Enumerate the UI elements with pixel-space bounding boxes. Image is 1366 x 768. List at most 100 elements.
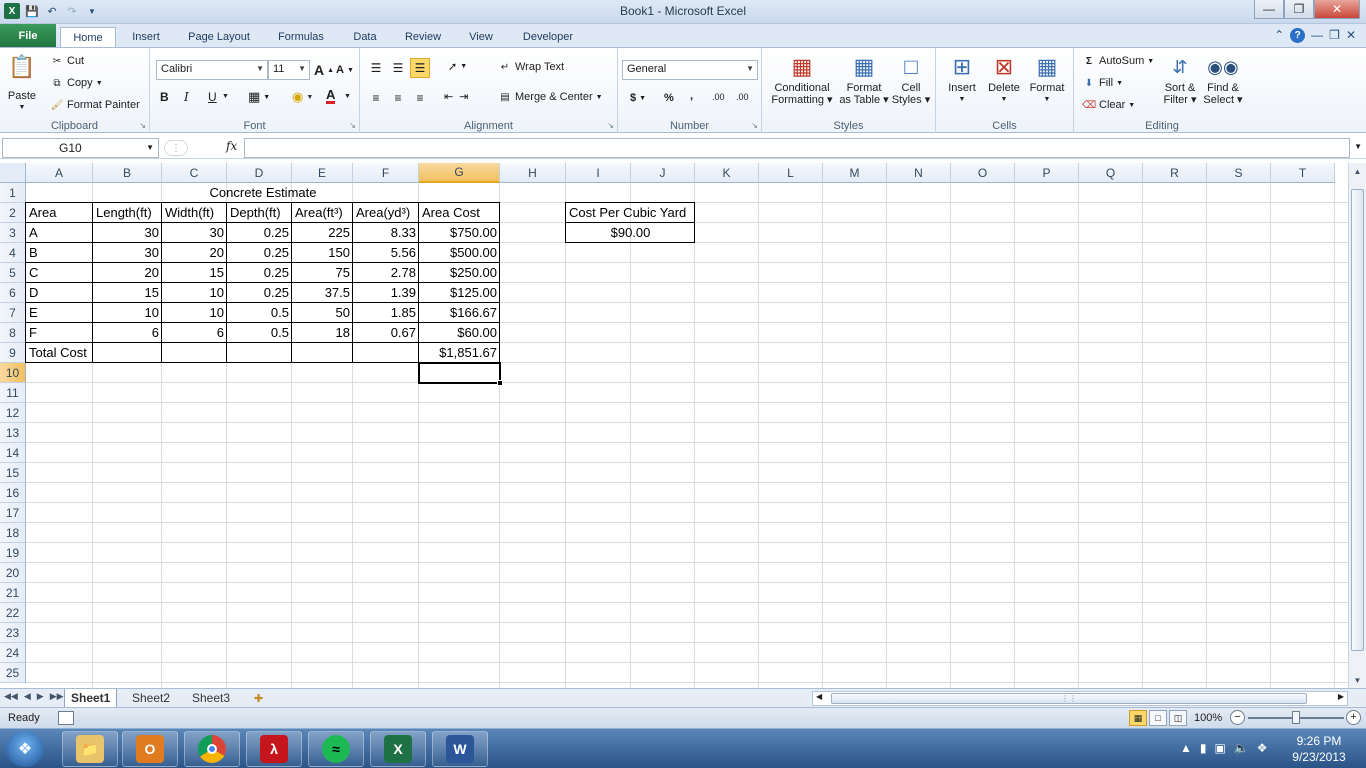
column-header-m[interactable]: M [823,163,887,183]
vertical-scroll-thumb[interactable] [1351,189,1364,651]
tab-review[interactable]: Review [398,27,448,47]
normal-view-icon[interactable]: ▦ [1129,710,1147,726]
data-cell[interactable]: 0.5 [227,303,292,323]
paste-button[interactable]: 📋 Paste ▼ [4,52,40,114]
column-header-q[interactable]: Q [1079,163,1143,183]
data-cell[interactable]: 1.39 [353,283,419,303]
tray-expand-icon[interactable]: ▲ [1180,741,1192,755]
data-cell[interactable]: $166.67 [419,303,500,323]
column-header-f[interactable]: F [353,163,419,183]
autosum-button[interactable]: Σ AutoSum ▼ [1082,54,1154,68]
sheet-title-cell[interactable]: Concrete Estimate [26,183,500,203]
network-icon[interactable]: ▣ [1215,741,1226,755]
cut-button[interactable]: ✂ Cut [50,54,84,68]
insert-sheet-icon[interactable]: ✚ [248,689,269,707]
row-header-14[interactable]: 14 [0,443,26,463]
data-cell[interactable]: 225 [292,223,353,243]
row-header-5[interactable]: 5 [0,263,26,283]
scroll-down-icon[interactable]: ▼ [1349,672,1366,688]
data-cell[interactable]: 37.5 [292,283,353,303]
column-header-l[interactable]: L [759,163,823,183]
doc-close-icon[interactable]: ✕ [1346,28,1356,43]
start-button[interactable]: ❖ [6,731,44,767]
column-header-o[interactable]: O [951,163,1015,183]
row-header-17[interactable]: 17 [0,503,26,523]
data-cell[interactable]: 10 [162,303,227,323]
zoom-in-icon[interactable]: + [1346,710,1361,725]
column-header-a[interactable]: A [26,163,93,183]
formula-input[interactable] [244,138,1350,158]
zoom-level[interactable]: 100% [1194,712,1222,724]
data-cell[interactable]: E [26,303,93,323]
clipboard-launcher-icon[interactable]: ↘ [139,121,146,130]
data-cell[interactable]: 0.25 [227,263,292,283]
row-header-9[interactable]: 9 [0,343,26,363]
sheet-tab-sheet2[interactable]: Sheet2 [126,689,176,707]
format-painter-button[interactable]: 🖌 Format Painter [50,98,140,112]
cell-styles-button[interactable]: □ Cell Styles ▾ [890,52,932,107]
delete-cells-button[interactable]: ⊠ Delete ▼ [984,52,1024,106]
row-header-3[interactable]: 3 [0,223,26,243]
doc-restore-icon[interactable]: ❐ [1329,28,1340,43]
active-cell-selection[interactable] [418,362,501,384]
taskbar-outlook[interactable]: O [122,731,178,767]
find-select-button[interactable]: ◉◉ Find & Select ▾ [1202,52,1244,106]
zoom-out-icon[interactable]: − [1230,710,1245,725]
data-cell[interactable]: D [26,283,93,303]
font-color-dropdown-icon[interactable]: ▼ [344,93,351,100]
tab-view[interactable]: View [460,27,502,47]
minimize-ribbon-icon[interactable]: ⌃ [1274,28,1284,43]
column-header-e[interactable]: E [292,163,353,183]
sheet-tab-sheet1[interactable]: Sheet1 [64,689,118,707]
data-cell[interactable]: 15 [162,263,227,283]
fill-color-icon[interactable]: ◉ ▼ [292,89,313,105]
column-header-s[interactable]: S [1207,163,1271,183]
column-header-k[interactable]: K [695,163,759,183]
orientation-icon[interactable]: ➚ ▼ [448,60,467,73]
taskbar-chrome[interactable] [184,731,240,767]
doc-minimize-icon[interactable]: — [1311,28,1323,43]
header-cell[interactable]: Width(ft) [162,203,227,223]
scroll-right-icon[interactable]: ▶ [1338,692,1344,701]
column-header-i[interactable]: I [566,163,631,183]
row-header-24[interactable]: 24 [0,643,26,663]
grow-font-button[interactable]: A ▲ [314,62,334,78]
column-header-r[interactable]: R [1143,163,1207,183]
font-name-combo[interactable]: Calibri ▼ [156,60,268,80]
data-cell[interactable]: 30 [93,223,162,243]
header-cell[interactable]: Depth(ft) [227,203,292,223]
macro-record-icon[interactable] [58,711,74,725]
scroll-up-icon[interactable]: ▲ [1349,163,1366,179]
taskbar-spotify[interactable]: ≈ [308,731,364,767]
data-cell[interactable]: C [26,263,93,283]
data-cell[interactable]: 0.25 [227,223,292,243]
data-cell[interactable]: 30 [93,243,162,263]
page-layout-view-icon[interactable]: □ [1149,710,1167,726]
data-cell[interactable]: $750.00 [419,223,500,243]
column-header-p[interactable]: P [1015,163,1079,183]
column-header-t[interactable]: T [1271,163,1335,183]
fill-handle[interactable] [497,380,503,386]
column-header-c[interactable]: C [162,163,227,183]
column-header-b[interactable]: B [93,163,162,183]
header-cell[interactable]: Length(ft) [93,203,162,223]
spreadsheet-grid[interactable]: A B C D E F G H I J K L M N O P Q R S T 1 2 3 4 5 6 7 8 9 10 11 12 13 14 1… [0,163,1348,688]
volume-icon[interactable]: 🔈 [1234,741,1249,755]
decrease-decimal-button[interactable]: .00 [736,92,749,102]
row-header-21[interactable]: 21 [0,583,26,603]
font-size-combo[interactable]: 11 ▼ [268,60,310,80]
data-cell[interactable]: 50 [292,303,353,323]
data-cell[interactable]: A [26,223,93,243]
signal-icon[interactable]: ▮ [1200,741,1207,755]
fill-button[interactable]: ⬇ Fill ▼ [1082,76,1123,90]
comma-button[interactable]: , [690,90,693,102]
row-header-22[interactable]: 22 [0,603,26,623]
bold-button[interactable]: B [160,90,169,104]
next-sheet-icon[interactable]: ▶ [37,691,44,702]
column-header-h[interactable]: H [500,163,566,183]
scroll-left-icon[interactable]: ◀ [816,692,822,701]
insert-cells-button[interactable]: ⊞ Insert ▼ [942,52,982,106]
insert-function-icon[interactable]: fx [226,139,237,153]
cost-value-cell[interactable]: $90.00 [566,223,695,243]
taskbar-clock[interactable]: 9:26 PM 9/23/2013 [1280,733,1358,765]
